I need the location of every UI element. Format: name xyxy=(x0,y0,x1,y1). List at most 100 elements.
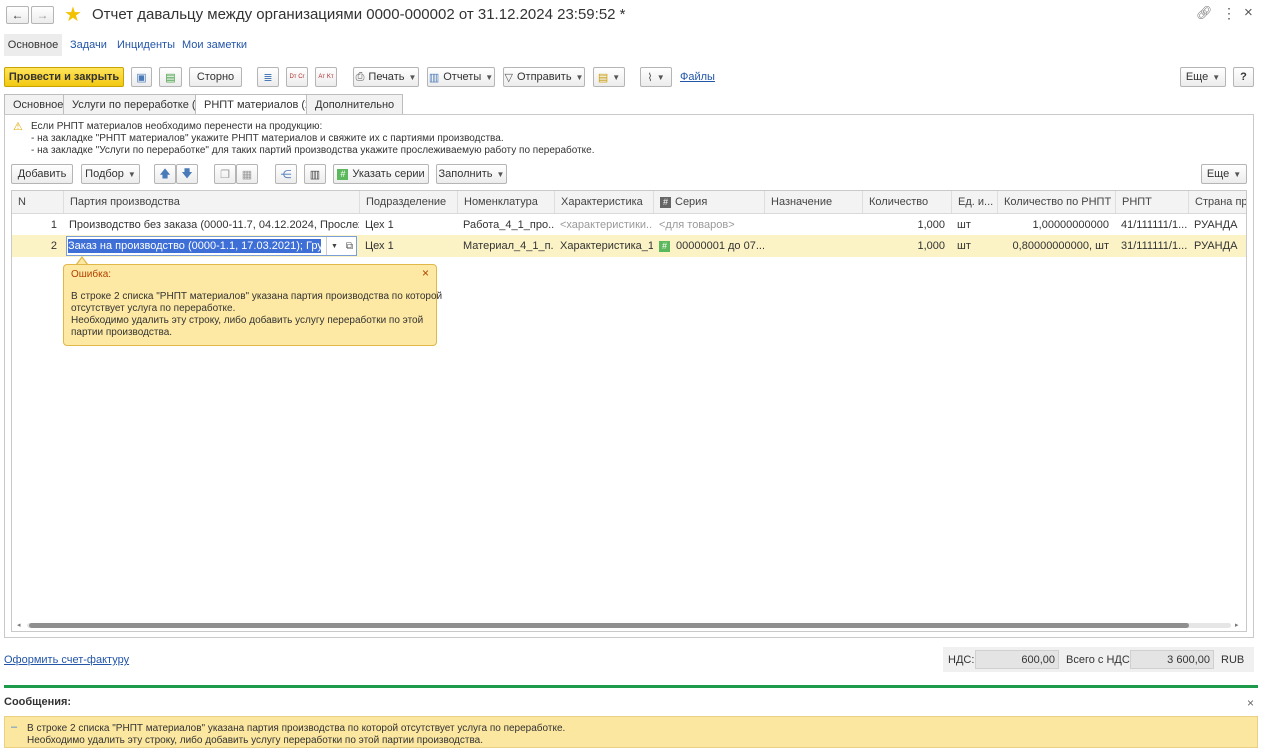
close-window-icon[interactable]: × xyxy=(1244,4,1253,21)
cell-qty-rnpt[interactable]: 1,00000000000 xyxy=(997,214,1115,235)
scroll-right-icon[interactable]: ▸ xyxy=(1235,621,1239,629)
cell-purpose[interactable] xyxy=(764,214,862,235)
row-number: 1 xyxy=(50,218,57,231)
more-vertical-icon[interactable]: ⋮ xyxy=(1222,5,1236,22)
link-icon[interactable]: 🔗︎ xyxy=(1196,5,1213,21)
cell-qty-rnpt[interactable]: 0,80000000000, шт xyxy=(997,235,1115,257)
cell-country[interactable]: РУАНДА xyxy=(1188,235,1246,257)
add-row-button[interactable]: Добавить xyxy=(11,164,73,184)
share-nodes-icon: ⋲ xyxy=(280,168,292,181)
vat-label: НДС: xyxy=(948,654,975,666)
cell-division[interactable]: Цех 1 xyxy=(359,235,457,257)
doc-tab-rnpt-materials[interactable]: РНПТ материалов (2) xyxy=(195,94,324,115)
currency-label: RUB xyxy=(1221,654,1245,666)
batch-dropdown-button[interactable]: ▼ xyxy=(326,237,342,255)
nav-tab-main[interactable]: Основное xyxy=(4,34,62,56)
print-button[interactable]: ⎙ Печать ▼ xyxy=(353,67,419,87)
cell-characteristic[interactable]: Характеристика_1 xyxy=(554,235,653,257)
col-header-qty[interactable]: Количество xyxy=(862,191,951,213)
chevron-down-icon: ▼ xyxy=(408,72,417,82)
printer-icon: ⎙ xyxy=(355,70,365,83)
forward-button[interactable]: → xyxy=(31,6,54,24)
storno-button[interactable]: Сторно xyxy=(189,67,242,87)
cell-qty[interactable]: 1,000 xyxy=(862,235,951,257)
pick-button[interactable]: Подбор ▼ xyxy=(81,164,140,184)
chevron-down-icon: ▼ xyxy=(496,169,505,179)
fill-button[interactable]: Заполнить ▼ xyxy=(436,164,507,184)
info-line-2: - на закладке "РНПТ материалов" укажите … xyxy=(31,133,504,144)
scroll-left-icon[interactable]: ◂ xyxy=(17,621,21,629)
cell-rnpt[interactable]: 31/111111/1... xyxy=(1115,235,1188,257)
create-invoice-link[interactable]: Оформить счет-фактуру xyxy=(4,654,129,666)
batch-input-value[interactable]: Заказ на производство (0000-1.1, 17.03.2… xyxy=(68,239,321,253)
favorite-star-icon[interactable]: ★ xyxy=(64,2,82,27)
link-batches-button[interactable]: ⋲ xyxy=(275,164,297,184)
files-link[interactable]: Файлы xyxy=(680,71,715,83)
help-button[interactable]: ? xyxy=(1233,67,1254,87)
copy-row-button[interactable]: ❐ xyxy=(214,164,236,184)
cell-rnpt[interactable]: 41/111111/1... xyxy=(1115,214,1188,235)
cell-country[interactable]: РУАНДА xyxy=(1188,214,1246,235)
cell-purpose[interactable] xyxy=(764,235,862,257)
more-button[interactable]: Еще ▼ xyxy=(1180,67,1226,87)
chevron-down-icon: ▼ xyxy=(127,169,136,179)
arrow-up-icon: 🡅 xyxy=(159,167,171,180)
col-header-series[interactable]: # Серия xyxy=(653,191,764,213)
cell-batch[interactable]: Производство без заказа (0000-11.7, 04.1… xyxy=(63,214,359,235)
chevron-down-icon: ▼ xyxy=(1212,72,1221,82)
col-header-batch[interactable]: Партия производства xyxy=(63,191,359,213)
cell-unit[interactable]: шт xyxy=(951,214,997,235)
col-header-n[interactable]: N xyxy=(12,191,63,213)
col-header-item[interactable]: Номенклатура xyxy=(457,191,554,213)
error-line-1: В строке 2 списка "РНПТ материалов" указ… xyxy=(71,291,443,302)
cell-series[interactable]: <для товаров> xyxy=(653,214,764,235)
col-header-unit[interactable]: Ед. и... xyxy=(951,191,997,213)
move-down-button[interactable]: 🡇 xyxy=(176,164,198,184)
nav-tab-incidents[interactable]: Инциденты xyxy=(117,39,175,51)
cell-item[interactable]: Материал_4_1_п... xyxy=(457,235,554,257)
cell-division[interactable]: Цех 1 xyxy=(359,214,457,235)
col-header-characteristic[interactable]: Характеристика xyxy=(554,191,653,213)
error-close-icon[interactable]: × xyxy=(422,266,429,280)
batch-open-button[interactable]: ⧉ xyxy=(342,237,357,255)
reports-button[interactable]: ▥ Отчеты ▼ xyxy=(427,67,495,87)
structure-button[interactable]: ≣ xyxy=(257,67,279,87)
warning-icon: ⚠ xyxy=(13,121,23,133)
back-button[interactable]: ← xyxy=(6,6,29,24)
attachments-button[interactable]: ⌇ ▼ xyxy=(640,67,672,87)
cell-unit[interactable]: шт xyxy=(951,235,997,257)
col-header-purpose[interactable]: Назначение xyxy=(764,191,862,213)
set-series-button[interactable]: # Указать серии xyxy=(333,164,429,184)
dt-kt-button-2[interactable]: Aт Kт xyxy=(315,67,337,87)
send-button[interactable]: ▽ Отправить ▼ xyxy=(503,67,585,87)
cell-series[interactable]: # 00000001 до 07... xyxy=(653,235,764,257)
barcode-button[interactable]: ▥ xyxy=(304,164,326,184)
nav-tab-tasks[interactable]: Задачи xyxy=(70,39,107,51)
cell-item[interactable]: Работа_4_1_про... xyxy=(457,214,554,235)
move-up-button[interactable]: 🡅 xyxy=(154,164,176,184)
dt-kt-button-1[interactable]: Dт Cr xyxy=(286,67,308,87)
document-create-icon: ▤ xyxy=(597,71,609,84)
cell-characteristic[interactable]: <характеристики... xyxy=(554,214,653,235)
col-header-country[interactable]: Страна про xyxy=(1188,191,1246,213)
horizontal-scrollbar-thumb[interactable] xyxy=(29,623,1189,628)
open-form-icon: ⧉ xyxy=(345,240,354,252)
col-header-division[interactable]: Подразделение xyxy=(359,191,457,213)
table-more-button[interactable]: Еще ▼ xyxy=(1201,164,1247,184)
post-button[interactable]: ▤ xyxy=(159,67,182,87)
post-document-icon: ▤ xyxy=(165,71,176,84)
post-and-close-button[interactable]: Провести и закрыть xyxy=(4,67,124,87)
col-header-rnpt[interactable]: РНПТ xyxy=(1115,191,1188,213)
paperclip-icon: ⌇ xyxy=(647,71,653,84)
save-button[interactable]: ▣ xyxy=(131,67,152,87)
paste-row-button[interactable]: ▦ xyxy=(236,164,258,184)
create-based-on-button[interactable]: ▤ ▼ xyxy=(593,67,625,87)
col-header-qty-rnpt[interactable]: Количество по РНПТ xyxy=(997,191,1115,213)
messages-close-icon[interactable]: × xyxy=(1247,696,1254,710)
doc-tab-additional[interactable]: Дополнительно xyxy=(306,94,404,114)
nav-tab-notes[interactable]: Мои заметки xyxy=(182,39,247,51)
chevron-down-icon: ▼ xyxy=(331,242,338,250)
doc-tab-services[interactable]: Услуги по переработке (3) xyxy=(63,94,215,114)
cell-qty[interactable]: 1,000 xyxy=(862,214,951,235)
paste-icon: ▦ xyxy=(241,168,253,181)
